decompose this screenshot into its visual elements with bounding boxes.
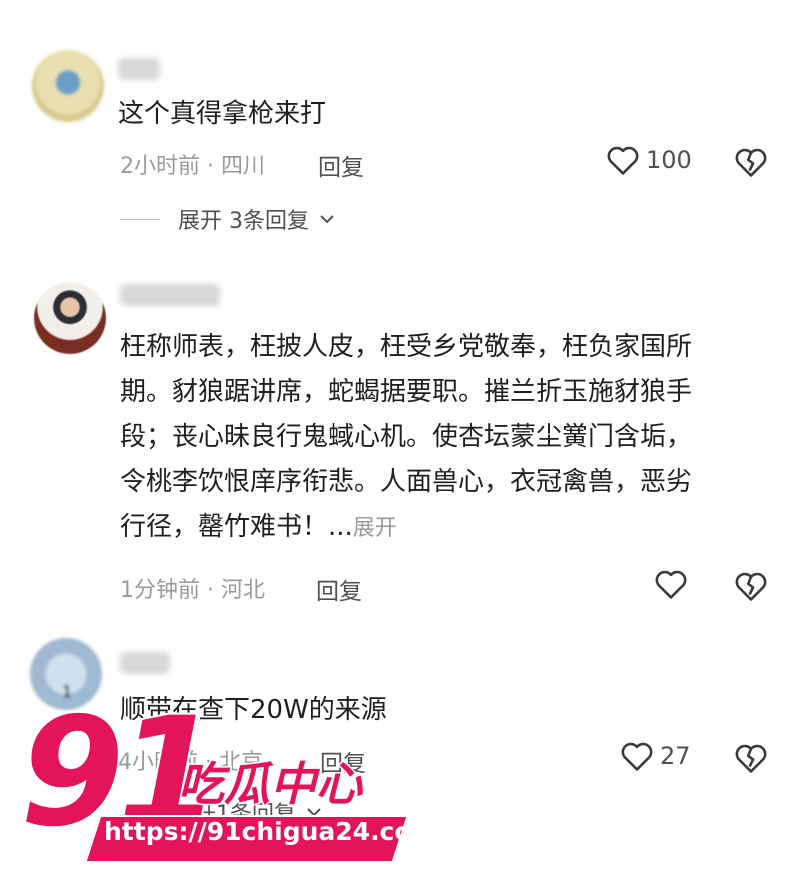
- chevron-down-icon: [320, 215, 334, 224]
- heart-outline-icon: [655, 570, 687, 599]
- like-button[interactable]: 27: [620, 740, 691, 772]
- username-blurred[interactable]: [120, 652, 170, 674]
- avatar[interactable]: [34, 282, 106, 354]
- avatar[interactable]: [32, 50, 104, 122]
- broken-heart-icon[interactable]: [734, 742, 768, 774]
- comment-body: 枉称师表，枉披人皮，枉受乡党敬奉，枉负家国所 期。豺狼踞讲席，蛇蝎据要职。摧兰折…: [120, 332, 693, 542]
- comment-meta: 2小时前 · 四川: [120, 154, 265, 179]
- username-blurred[interactable]: [118, 58, 160, 80]
- reply-button[interactable]: 回复: [318, 148, 364, 182]
- like-button[interactable]: 100: [606, 144, 692, 176]
- expand-replies-label: 展开 3条回复: [178, 209, 309, 234]
- like-count: 100: [646, 146, 692, 174]
- expand-divider: [120, 218, 160, 220]
- expand-replies-button[interactable]: 展开 3条回复: [120, 203, 335, 235]
- broken-heart-icon[interactable]: [734, 146, 768, 178]
- like-button[interactable]: [654, 568, 688, 600]
- reply-button[interactable]: 回复: [316, 572, 362, 606]
- heart-outline-icon: [607, 146, 639, 175]
- like-count: 27: [660, 742, 691, 770]
- comment-meta: 1分钟前 · 河北: [120, 578, 265, 603]
- heart-outline-icon: [621, 742, 653, 771]
- comment-text: 枉称师表，枉披人皮，枉受乡党敬奉，枉负家国所 期。豺狼踞讲席，蛇蝎据要职。摧兰折…: [120, 325, 692, 551]
- username-blurred[interactable]: [120, 284, 220, 306]
- watermark-title: 吃瓜中心: [177, 756, 364, 813]
- broken-heart-icon[interactable]: [734, 570, 768, 602]
- comment-text: 这个真得拿枪来打: [118, 99, 327, 129]
- expand-text-link[interactable]: 展开: [353, 516, 397, 541]
- watermark-url: https://91chigua24.com: [104, 817, 438, 846]
